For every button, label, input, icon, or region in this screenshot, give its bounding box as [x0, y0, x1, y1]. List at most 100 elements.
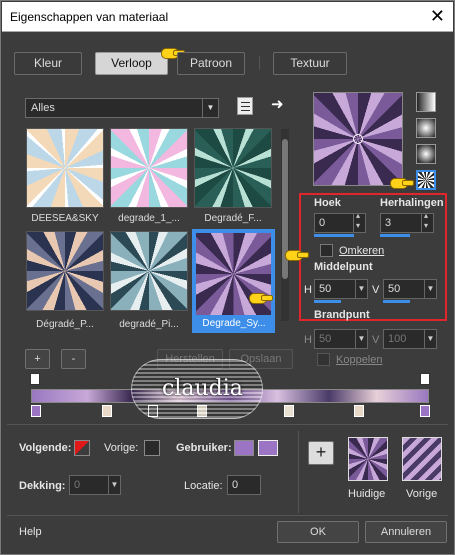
opacity-stop-right[interactable]	[420, 373, 430, 385]
gradient-label-1: DEESEA&SKY	[31, 213, 99, 224]
user-color-swatch[interactable]	[234, 440, 254, 456]
prev-label: Vorige:	[104, 442, 139, 454]
user-label: Gebruiker:	[176, 442, 232, 454]
gradient-thumb-5[interactable]	[110, 231, 188, 311]
gradient-thumb-3[interactable]	[194, 128, 272, 208]
gradient-label-5: degradé_Pi...	[119, 319, 179, 330]
pointing-hand-icon	[285, 247, 309, 261]
repeats-slider[interactable]	[380, 234, 410, 237]
library-icon[interactable]	[237, 97, 253, 115]
cancel-button[interactable]: Annuleren	[365, 521, 447, 543]
center-v-slider[interactable]	[383, 300, 410, 303]
grid-scrollbar[interactable]	[281, 129, 289, 321]
opacity-input[interactable]: 0 ▼	[69, 475, 121, 495]
gradient-thumb-1[interactable]	[26, 128, 104, 208]
link-label: Koppelen	[336, 354, 383, 366]
add-to-library-button[interactable]: +	[308, 441, 334, 465]
color-stop[interactable]	[420, 405, 430, 417]
color-stop[interactable]	[31, 405, 41, 417]
angle-value: 0	[319, 217, 326, 229]
location-input[interactable]: 0	[227, 475, 261, 495]
add-button[interactable]: +	[25, 349, 50, 369]
ok-button[interactable]: OK	[277, 521, 359, 543]
sunburst-style-icon[interactable]	[416, 170, 436, 190]
watermark-text: claudia	[162, 376, 243, 401]
gradient-label-3: Degradé_F...	[204, 213, 262, 224]
tab-kleur[interactable]: Kleur	[14, 52, 82, 75]
color-stop[interactable]	[102, 405, 112, 417]
gradient-label-4: Dégradé_P...	[36, 319, 94, 330]
tab-divider	[259, 56, 260, 70]
gradient-label-6: Degrade_Sy...	[202, 318, 266, 329]
color-stop[interactable]	[284, 405, 294, 417]
gradient-preview[interactable]	[313, 92, 403, 186]
gradient-thumb-6-selected[interactable]: Degrade_Sy...	[192, 229, 275, 333]
repeats-input[interactable]: 3	[380, 211, 434, 233]
focal-v-value: 100	[388, 333, 407, 345]
linear-style-icon[interactable]	[416, 92, 436, 112]
opacity-label: Dekking:	[19, 480, 66, 492]
current-label: Huidige	[348, 488, 386, 500]
current-swatch[interactable]	[348, 437, 388, 481]
user-color-swatch-2[interactable]	[258, 440, 278, 456]
focal-v-label: V	[372, 334, 380, 346]
angle-slider[interactable]	[314, 234, 354, 237]
center-h-input[interactable]: 50 ▼	[314, 279, 368, 299]
center-v-input[interactable]: 50 ▼	[383, 279, 437, 299]
spinner-arrows-icon[interactable]	[421, 211, 433, 232]
link-checkbox[interactable]	[317, 353, 330, 366]
close-icon[interactable]: ✕	[430, 6, 445, 26]
radial-style-icon[interactable]	[416, 144, 436, 164]
gradient-thumb-2[interactable]	[110, 128, 188, 208]
invert-checkbox[interactable]	[320, 244, 333, 257]
previous-label: Vorige	[406, 488, 438, 500]
opacity-stop-left[interactable]	[30, 373, 40, 385]
pointing-hand-icon	[390, 175, 414, 189]
center-label: Middelpunt	[314, 261, 373, 273]
tab-verloop[interactable]: Verloop	[95, 52, 168, 75]
previous-swatch[interactable]	[402, 437, 442, 481]
chevron-down-icon: ▼	[202, 99, 218, 117]
divider	[7, 515, 448, 516]
center-h-label: H	[304, 284, 312, 296]
window-title: Eigenschappen van materiaal	[10, 10, 169, 24]
angle-label: Hoek	[314, 197, 341, 209]
chevron-down-icon[interactable]: ▼	[355, 280, 367, 298]
location-label: Locatie:	[184, 480, 223, 492]
focal-h-value: 50	[319, 333, 332, 345]
chevron-down-icon[interactable]: ▼	[355, 330, 367, 348]
remove-button[interactable]: -	[61, 349, 86, 369]
category-dropdown[interactable]: Alles ▼	[25, 98, 219, 118]
focal-h-label: H	[304, 334, 312, 346]
chevron-down-icon[interactable]: ▼	[424, 280, 436, 298]
color-stop[interactable]	[354, 405, 364, 417]
repeats-value: 3	[385, 217, 392, 229]
location-value: 0	[232, 479, 239, 491]
center-h-slider[interactable]	[314, 300, 341, 303]
next-color-swatch[interactable]	[74, 440, 90, 456]
center-v-value: 50	[388, 283, 401, 295]
opacity-value: 0	[74, 479, 81, 491]
chevron-down-icon[interactable]: ▼	[424, 330, 436, 348]
gradient-thumb-4[interactable]	[26, 231, 104, 311]
gradient-label-2: degrade_1_...	[118, 213, 180, 224]
material-properties-dialog: Eigenschappen van materiaal ✕ Kleur Verl…	[0, 0, 455, 555]
category-value: Alles	[31, 102, 55, 114]
spinner-arrows-icon[interactable]	[353, 211, 365, 232]
angle-input[interactable]: 0	[314, 211, 366, 233]
divider	[298, 431, 299, 513]
divider	[7, 424, 448, 425]
title-bar: Eigenschappen van materiaal ✕	[2, 2, 453, 32]
center-point-handle[interactable]	[353, 134, 363, 144]
focal-v-input[interactable]: 100 ▼	[383, 329, 437, 349]
center-h-value: 50	[319, 283, 332, 295]
help-link[interactable]: Help	[19, 526, 42, 538]
tab-textuur[interactable]: Textuur	[273, 52, 347, 75]
tab-patroon[interactable]: Patroon	[177, 52, 245, 75]
focal-h-input[interactable]: 50 ▼	[314, 329, 368, 349]
repeats-label: Herhalingen	[380, 197, 444, 209]
arrow-right-icon[interactable]: ➜	[271, 95, 284, 113]
chevron-down-icon[interactable]: ▼	[108, 476, 120, 494]
rectangular-style-icon[interactable]	[416, 118, 436, 138]
prev-color-swatch[interactable]	[144, 440, 160, 456]
